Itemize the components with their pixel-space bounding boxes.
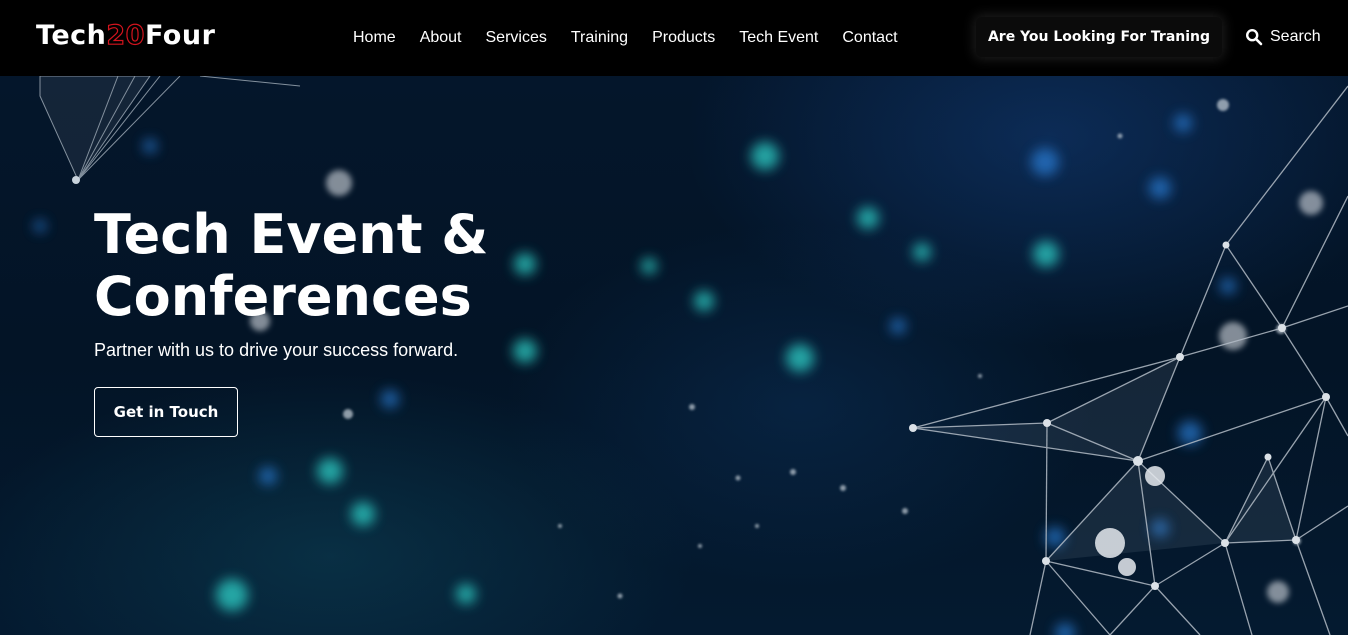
- hero-title: Tech Event & Conferences: [94, 204, 554, 328]
- nav-item-products[interactable]: Products: [652, 29, 715, 47]
- page: Tech20Four Home About Services Training …: [0, 0, 1348, 635]
- search-label: Search: [1270, 28, 1321, 45]
- get-in-touch-button[interactable]: Get in Touch: [94, 387, 238, 437]
- logo-text-four: Four: [144, 20, 216, 51]
- search-button[interactable]: Search: [1245, 26, 1321, 48]
- hero-banner: Tech Event & Conferences Partner with us …: [0, 76, 1348, 635]
- hero-title-line-1: Tech Event &: [94, 203, 489, 266]
- nav-item-services[interactable]: Services: [486, 29, 547, 47]
- logo-text-tech: Tech: [36, 20, 107, 51]
- site-header: Tech20Four Home About Services Training …: [0, 0, 1348, 76]
- nav-item-training[interactable]: Training: [571, 29, 628, 47]
- training-cta-button[interactable]: Are You Looking For Traning: [976, 17, 1222, 57]
- hero-title-line-2: Conferences: [94, 265, 472, 328]
- nav-item-about[interactable]: About: [420, 29, 462, 47]
- nav-item-contact[interactable]: Contact: [842, 29, 897, 47]
- hero-subtitle: Partner with us to drive your success fo…: [94, 340, 459, 360]
- nav-item-home[interactable]: Home: [353, 29, 396, 47]
- main-nav: Home About Services Training Products Te…: [341, 0, 910, 76]
- logo[interactable]: Tech20Four: [36, 18, 215, 54]
- nav-item-tech-event[interactable]: Tech Event: [739, 29, 818, 47]
- search-icon: [1245, 28, 1263, 46]
- logo-text-20: 20: [106, 19, 145, 51]
